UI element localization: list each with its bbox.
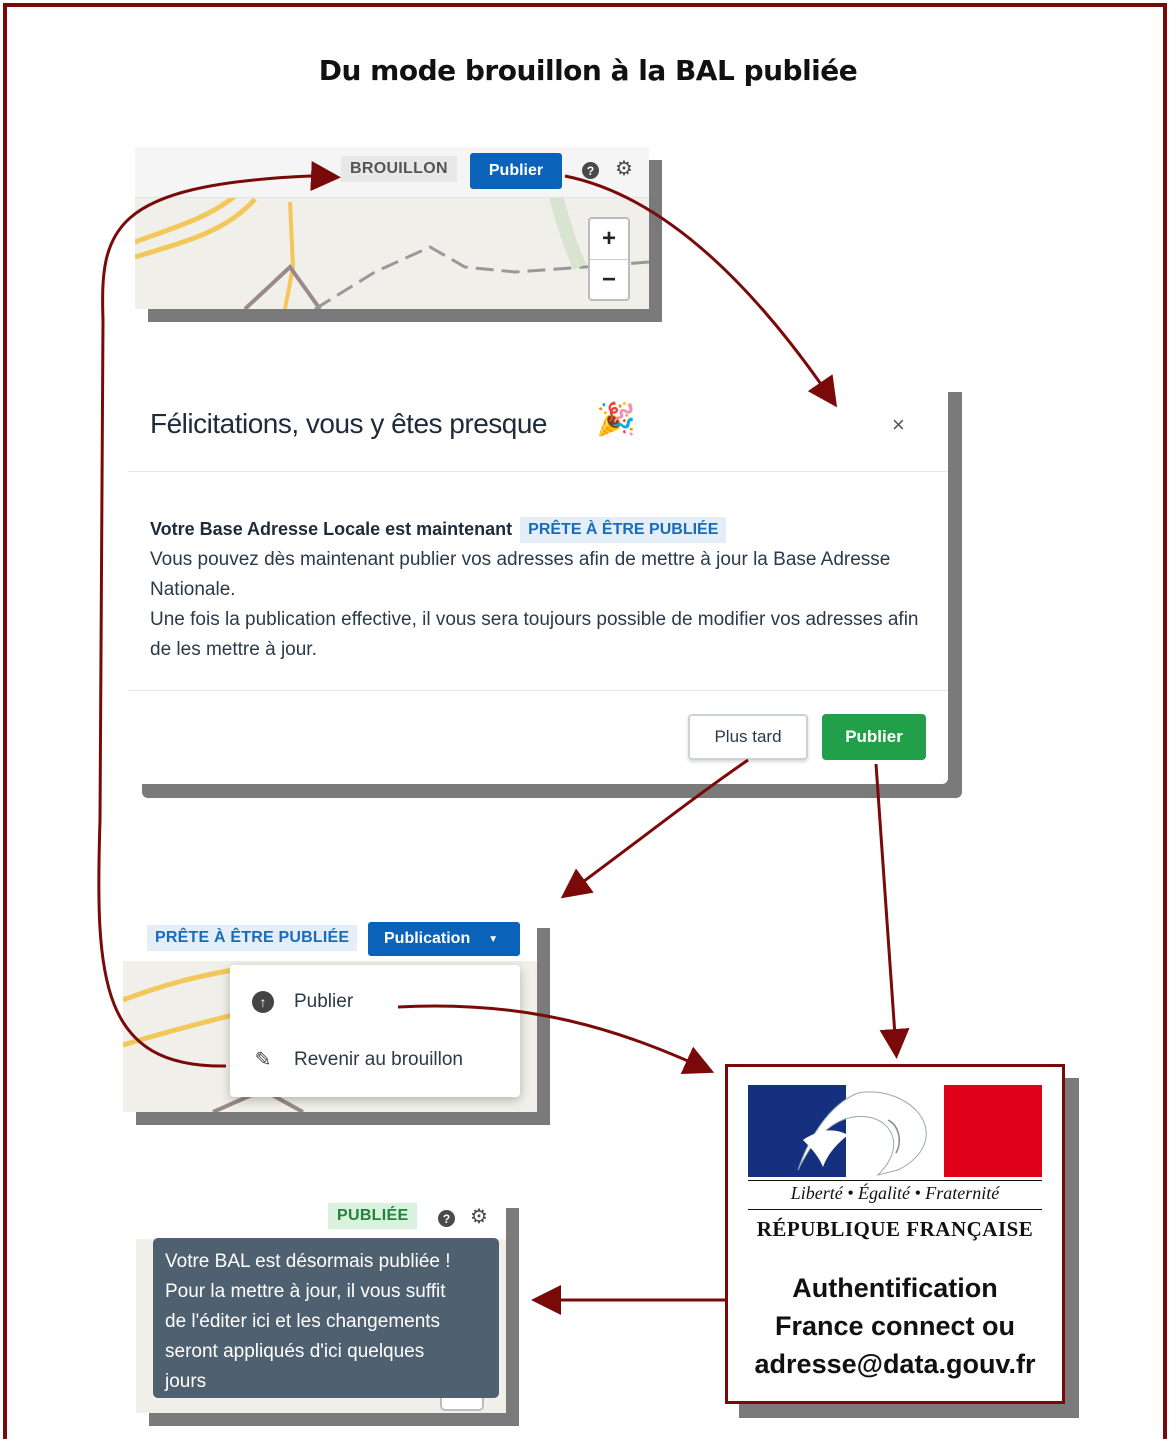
zoom-in-button[interactable]: + bbox=[590, 219, 628, 259]
menu-item-publish-label: Publier bbox=[294, 991, 354, 1012]
help-icon[interactable]: ? bbox=[582, 162, 599, 179]
menu-item-back-to-draft[interactable]: ✎ Revenir au brouillon bbox=[252, 1047, 463, 1072]
tooltip-line: seront appliqués d'ici quelques bbox=[165, 1341, 425, 1362]
caret-down-icon: ▼ bbox=[488, 933, 499, 945]
tooltip-line: Votre BAL est désormais publiée ! bbox=[165, 1251, 451, 1272]
publish-button-toolbar[interactable]: Publier bbox=[470, 153, 562, 189]
draft-panel: BROUILLON Publier ? ⚙ + − bbox=[135, 147, 649, 309]
status-badge-published: PUBLIÉE bbox=[328, 1203, 418, 1229]
publish-button-modal[interactable]: Publier bbox=[822, 714, 926, 760]
zoom-out-button[interactable]: − bbox=[590, 260, 628, 300]
tooltip-line: Pour la mettre à jour, il vous suffit bbox=[165, 1281, 446, 1302]
auth-line: adresse@data.gouv.fr bbox=[754, 1349, 1036, 1379]
tooltip-line: de l'éditer ici et les changements bbox=[165, 1311, 441, 1332]
modal-lead: Votre Base Adresse Locale est maintenant… bbox=[150, 514, 920, 545]
status-badge-ready-toolbar: PRÊTE À ÊTRE PUBLIÉE bbox=[147, 925, 358, 951]
auth-line: France connect ou bbox=[774, 1311, 1016, 1341]
modal-title: Félicitations, vous y êtes presque bbox=[150, 408, 547, 439]
marianne-logo bbox=[748, 1085, 1042, 1177]
auth-line: Authentification bbox=[792, 1273, 998, 1303]
modal-paragraph-1: Vous pouvez dès maintenant publier vos a… bbox=[150, 549, 891, 600]
ready-toolbar: PRÊTE À ÊTRE PUBLIÉE Publication ▼ bbox=[123, 915, 537, 961]
gear-icon[interactable]: ⚙ bbox=[470, 1207, 488, 1227]
help-icon[interactable]: ? bbox=[438, 1210, 455, 1227]
status-badge-ready: PRÊTE À ÊTRE PUBLIÉE bbox=[520, 517, 727, 543]
arrow-up-circle-icon: ↑ bbox=[252, 991, 274, 1013]
republique-motto: Liberté • Égalité • Fraternité bbox=[790, 1183, 1000, 1203]
modal-footer-divider bbox=[128, 690, 948, 691]
diagram-title: Du mode brouillon à la BAL publiée bbox=[318, 54, 858, 87]
tooltip-line: jours bbox=[165, 1371, 207, 1392]
publish-modal: Félicitations, vous y êtes presque 🎉 × V… bbox=[128, 378, 948, 784]
modal-header-divider bbox=[128, 471, 948, 472]
publication-menu: ↑ Publier ✎ Revenir au brouillon bbox=[230, 965, 520, 1097]
zoom-control: + − bbox=[588, 217, 630, 301]
status-badge-draft: BROUILLON bbox=[341, 156, 457, 182]
party-popper-icon: 🎉 bbox=[596, 401, 636, 437]
published-tooltip: Votre BAL est désormais publiée ! Pour l… bbox=[153, 1238, 499, 1398]
republique-rule bbox=[748, 1180, 1042, 1181]
publication-dropdown-button[interactable]: Publication ▼ bbox=[368, 922, 520, 956]
authentication-box: Liberté • Égalité • Fraternité RÉPUBLIQU… bbox=[725, 1064, 1065, 1404]
authentication-text: Authentification France connect ou adres… bbox=[728, 1269, 1062, 1383]
gear-icon[interactable]: ⚙ bbox=[615, 159, 633, 179]
pencil-icon: ✎ bbox=[254, 1049, 272, 1071]
republique-name: RÉPUBLIQUE FRANÇAISE bbox=[756, 1217, 1034, 1241]
menu-item-back-to-draft-label: Revenir au brouillon bbox=[294, 1048, 463, 1070]
menu-item-publish[interactable]: ↑ Publier bbox=[252, 991, 353, 1013]
modal-body: Votre Base Adresse Locale est maintenant… bbox=[150, 514, 920, 665]
published-toolbar: PUBLIÉE ? ⚙ bbox=[136, 1195, 506, 1239]
modal-lead-text: Votre Base Adresse Locale est maintenant bbox=[150, 519, 513, 539]
draft-toolbar: BROUILLON Publier ? ⚙ bbox=[135, 147, 649, 198]
modal-paragraph-2: Une fois la publication effective, il vo… bbox=[150, 609, 919, 660]
republique-rule bbox=[748, 1209, 1042, 1210]
later-button[interactable]: Plus tard bbox=[688, 714, 808, 760]
close-icon[interactable]: × bbox=[892, 412, 905, 438]
publication-dropdown-label: Publication bbox=[384, 930, 471, 947]
